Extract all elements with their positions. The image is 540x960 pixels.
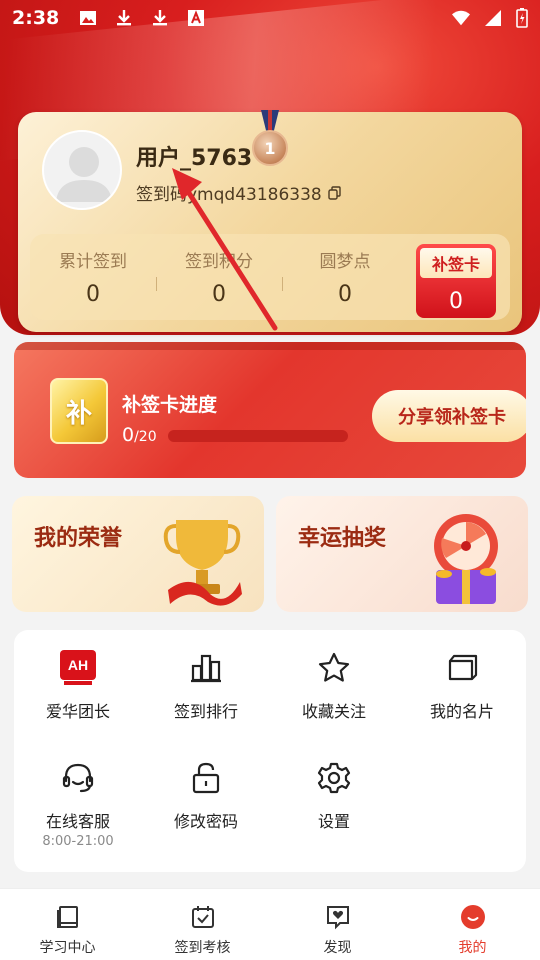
tab-signin-assessment[interactable]: 签到考核 bbox=[135, 889, 270, 960]
gear-icon bbox=[316, 760, 352, 796]
signin-id-text: 签到码ymqd43186338 bbox=[136, 185, 322, 205]
tile-title: 幸运抽奖 bbox=[298, 525, 387, 551]
calendar-check-icon bbox=[189, 903, 217, 931]
tab-mine[interactable]: 我的 bbox=[405, 889, 540, 960]
profile-card: 用户_5763 1 签到码ymqd43186338 累计签到 0 签到积分 0 … bbox=[18, 110, 522, 332]
prize-wheel-icon bbox=[434, 514, 498, 604]
stat-value: 0 bbox=[212, 282, 226, 307]
nav-label: 发现 bbox=[323, 940, 352, 956]
progress-current: 0 bbox=[122, 424, 135, 446]
download-icon bbox=[117, 10, 132, 26]
medal-rank: 1 bbox=[264, 138, 276, 158]
discover-chat-icon bbox=[324, 903, 352, 931]
image-icon bbox=[80, 11, 97, 25]
headset-icon bbox=[60, 760, 96, 796]
menu-item-favorites[interactable]: 收藏关注 bbox=[270, 650, 398, 722]
lucky-draw-tile[interactable]: 幸运抽奖 bbox=[276, 496, 528, 612]
unlock-icon bbox=[188, 760, 224, 796]
book-icon bbox=[54, 903, 82, 931]
makeup-card-value: 0 bbox=[449, 289, 463, 314]
medal-ribbon bbox=[261, 110, 279, 132]
stat-dream-points[interactable]: 圆梦点 0 bbox=[282, 247, 408, 307]
trophy-icon bbox=[163, 520, 242, 606]
menu-item-customer-service[interactable]: 在线客服 8:00-21:00 bbox=[14, 760, 142, 849]
status-bar: 2:38 bbox=[0, 0, 540, 36]
menu-label: 设置 bbox=[317, 812, 350, 831]
makeup-card-button[interactable]: 补签卡 0 bbox=[416, 244, 496, 318]
stat-signin-points[interactable]: 签到积分 0 bbox=[156, 247, 282, 307]
stat-total-signin[interactable]: 累计签到 0 bbox=[30, 247, 156, 307]
menu-label: 我的名片 bbox=[429, 702, 494, 721]
menu-item-signin-ranking[interactable]: 签到排行 bbox=[142, 650, 270, 722]
makeup-progress-card: 补 补签卡进度 0/20 分享领补签卡 bbox=[14, 342, 526, 478]
signin-id: 签到码ymqd43186338 bbox=[136, 180, 342, 205]
nav-label: 签到考核 bbox=[174, 940, 231, 956]
stat-label: 签到积分 bbox=[185, 252, 253, 272]
copy-icon[interactable] bbox=[328, 185, 342, 200]
rank-medal-icon: 1 bbox=[252, 130, 288, 166]
stats-panel: 累计签到 0 签到积分 0 圆梦点 0 补签卡 0 bbox=[30, 234, 510, 320]
menu-label: 收藏关注 bbox=[301, 702, 366, 721]
ranking-icon bbox=[188, 650, 224, 686]
menu-label: 修改密码 bbox=[173, 812, 238, 831]
stat-value: 0 bbox=[86, 282, 100, 307]
progress-total: /20 bbox=[134, 429, 157, 445]
svg-text:AH: AH bbox=[68, 657, 88, 673]
menu-item-business-card[interactable]: 我的名片 bbox=[398, 650, 526, 722]
nav-label: 我的 bbox=[458, 940, 487, 956]
service-hours: 8:00-21:00 bbox=[42, 834, 114, 849]
font-icon bbox=[188, 10, 205, 26]
menu-label: 签到排行 bbox=[173, 702, 238, 721]
stat-value: 0 bbox=[338, 282, 352, 307]
bottom-nav: 学习中心 签到考核 发现 我的 bbox=[0, 888, 540, 960]
stat-label: 累计签到 bbox=[59, 252, 127, 272]
star-icon bbox=[316, 650, 352, 686]
avatar[interactable] bbox=[42, 130, 122, 210]
makeup-badge-icon: 补 bbox=[50, 378, 108, 444]
smile-profile-icon bbox=[459, 903, 487, 931]
tile-title: 我的荣誉 bbox=[34, 525, 123, 551]
menu-card: AH 爱华团长 签到排行 收藏关注 我的名片 在线客服 8:00-21:00 修… bbox=[14, 630, 526, 872]
nav-label: 学习中心 bbox=[39, 940, 96, 956]
menu-label: 在线客服 bbox=[45, 812, 110, 831]
avatar-placeholder-icon bbox=[56, 147, 112, 202]
tab-study-center[interactable]: 学习中心 bbox=[0, 889, 135, 960]
badge-text: 补 bbox=[65, 398, 92, 429]
menu-item-aihua-leader[interactable]: AH 爱华团长 bbox=[14, 650, 142, 722]
makeup-card-label: 补签卡 bbox=[420, 248, 492, 278]
share-makeup-button[interactable]: 分享领补签卡 bbox=[372, 390, 526, 442]
tab-discover[interactable]: 发现 bbox=[270, 889, 405, 960]
signal-icon bbox=[485, 10, 501, 26]
my-honor-tile[interactable]: 我的荣誉 bbox=[12, 496, 264, 612]
progress-count: 0/20 bbox=[122, 424, 157, 446]
username: 用户_5763 bbox=[136, 146, 253, 171]
status-time: 2:38 bbox=[12, 7, 60, 29]
menu-label: 爱华团长 bbox=[45, 702, 110, 721]
aihua-logo-icon: AH bbox=[60, 650, 96, 686]
stat-label: 圆梦点 bbox=[319, 252, 371, 272]
download-icon bbox=[153, 10, 168, 26]
menu-item-change-password[interactable]: 修改密码 bbox=[142, 760, 270, 832]
wifi-icon bbox=[452, 10, 470, 26]
card-folder-icon bbox=[444, 650, 480, 686]
progress-bar bbox=[168, 430, 348, 442]
menu-item-settings[interactable]: 设置 bbox=[270, 760, 398, 832]
progress-title: 补签卡进度 bbox=[122, 394, 218, 416]
battery-icon bbox=[516, 8, 528, 28]
